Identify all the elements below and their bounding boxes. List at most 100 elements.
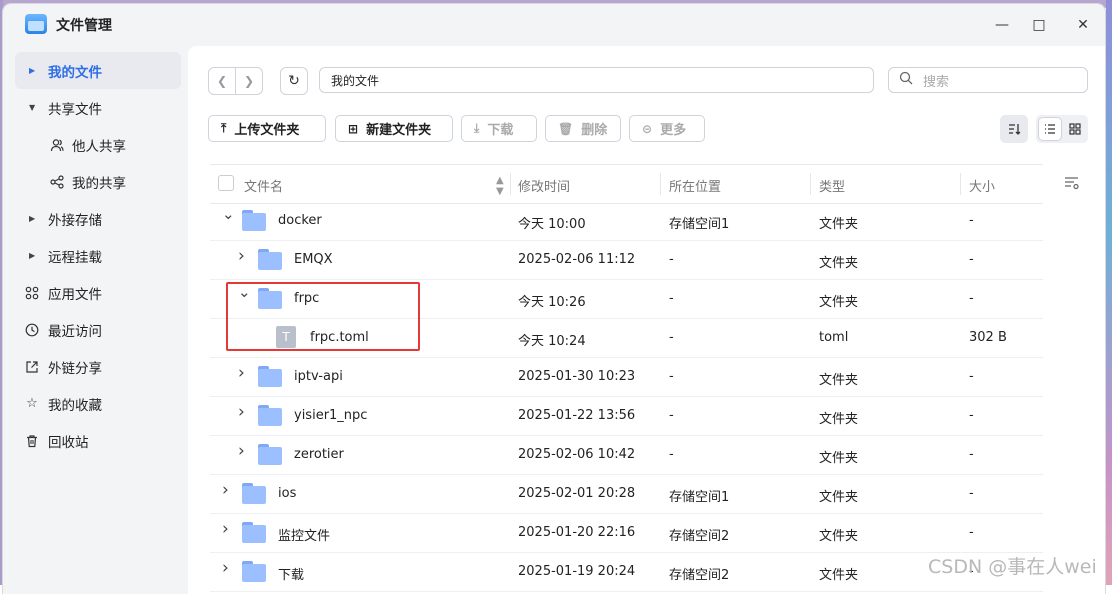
title-bar[interactable]: 文件管理 — □ ✕: [3, 4, 1105, 44]
sidebar-item-shared-with-me[interactable]: 他人共享: [3, 126, 189, 163]
star-icon: ☆: [26, 396, 38, 411]
sidebar-item-remote-mount[interactable]: ▶ 远程挂载: [3, 237, 189, 274]
header-size[interactable]: 大小: [969, 176, 995, 195]
file-type: 文件夹: [819, 295, 859, 310]
location: 存储空间1: [669, 217, 730, 232]
sidebar-item-shared-files[interactable]: ▼ 共享文件: [3, 89, 189, 126]
new-folder-button[interactable]: ⊞ 新建文件夹: [335, 115, 453, 142]
view-toggle: [1036, 115, 1088, 143]
chevron-right-icon[interactable]: ›: [222, 519, 229, 539]
folder-icon: [242, 210, 266, 231]
table-row[interactable]: › ios 2025-02-01 20:28 存储空间1 文件夹 -: [210, 475, 1043, 514]
sidebar-item-label: 最近访问: [48, 323, 102, 340]
sidebar-item-my-files[interactable]: ▶ 我的文件: [15, 52, 181, 89]
sort-button[interactable]: [1000, 115, 1028, 143]
search-input[interactable]: 搜索: [888, 67, 1088, 93]
file-type: 文件夹: [819, 412, 859, 427]
sort-toggle-icon[interactable]: ▲ ▼: [496, 175, 504, 197]
table-row[interactable]: › iptv-api 2025-01-30 10:23 - 文件夹 -: [210, 358, 1043, 397]
header-modified[interactable]: 修改时间: [518, 176, 570, 195]
share-icon: [49, 174, 65, 190]
header-location[interactable]: 所在位置: [669, 176, 721, 195]
modified-time: 今天 10:00: [518, 217, 586, 232]
file-type: 文件夹: [819, 529, 859, 544]
chevron-right-icon[interactable]: ›: [238, 441, 245, 461]
more-button[interactable]: ⊝ 更多: [629, 115, 705, 142]
close-icon[interactable]: ✕: [1068, 12, 1098, 38]
sidebar-item-label: 应用文件: [48, 286, 102, 303]
file-type: 文件夹: [819, 451, 859, 466]
sidebar-item-favorites[interactable]: ☆ 我的收藏: [3, 385, 189, 422]
search-placeholder: 搜索: [923, 74, 950, 90]
sidebar-item-label: 外链分享: [48, 360, 102, 377]
file-size: 302 B: [969, 330, 1007, 345]
sidebar-item-recycle-bin[interactable]: 回收站: [3, 422, 189, 459]
window-title: 文件管理: [56, 18, 112, 34]
column-settings-icon[interactable]: [1064, 176, 1080, 194]
sidebar-item-label: 我的收藏: [48, 397, 102, 414]
list-view-icon[interactable]: [1039, 118, 1061, 140]
watermark: CSDN @事在人wei: [928, 556, 1097, 578]
path-bar[interactable]: 我的文件: [319, 67, 874, 93]
table-row[interactable]: › 监控文件 2025-01-20 22:16 存储空间2 文件夹 -: [210, 514, 1043, 553]
location: -: [669, 252, 674, 267]
table-row[interactable]: › 下载 2025-01-19 20:24 存储空间2 文件夹 -: [210, 553, 1043, 592]
sort-icon: [1009, 124, 1021, 135]
table-row[interactable]: › zerotier 2025-02-06 10:42 - 文件夹 -: [210, 436, 1043, 475]
minimize-icon[interactable]: —: [987, 12, 1017, 38]
folder-icon: [258, 405, 282, 426]
nav-buttons: ❮ ❯: [208, 67, 263, 95]
caret-right-icon: ▶: [29, 214, 36, 223]
location: -: [669, 447, 674, 462]
header-type[interactable]: 类型: [819, 176, 845, 195]
chevron-down-icon[interactable]: ⌄: [222, 205, 235, 223]
folder-icon: [242, 522, 266, 543]
sidebar-item-link-share[interactable]: 外链分享: [3, 348, 189, 385]
column-divider: [810, 173, 811, 195]
header-name[interactable]: 文件名: [244, 176, 283, 195]
table-row[interactable]: › yisier1_npc 2025-01-22 13:56 - 文件夹 -: [210, 397, 1043, 436]
file-name: ios: [278, 486, 297, 501]
sidebar-item-external-storage[interactable]: ▶ 外接存储: [3, 200, 189, 237]
download-button[interactable]: ⤓ 下载: [461, 115, 537, 142]
caret-down-icon: ▼: [29, 103, 36, 112]
table-header: 文件名 ▲ ▼ 修改时间 所在位置 类型 大小: [210, 164, 1043, 204]
sidebar-item-label: 回收站: [48, 434, 89, 451]
maximize-icon[interactable]: □: [1024, 12, 1054, 38]
select-all-checkbox[interactable]: [218, 175, 234, 191]
location: -: [669, 408, 674, 423]
table-row[interactable]: ⌄ docker 今天 10:00 存储空间1 文件夹 -: [210, 202, 1043, 241]
table-row[interactable]: › EMQX 2025-02-06 11:12 - 文件夹 -: [210, 241, 1043, 280]
chevron-right-icon[interactable]: ›: [222, 480, 229, 500]
location: -: [669, 330, 674, 345]
location: 存储空间1: [669, 490, 730, 505]
upload-folder-label: 上传文件夹: [234, 123, 300, 138]
file-type: 文件夹: [819, 373, 859, 388]
download-label: 下载: [487, 123, 514, 138]
folder-icon: [258, 444, 282, 465]
grid-view-icon[interactable]: [1064, 118, 1086, 140]
upload-folder-button[interactable]: ⤒ 上传文件夹: [208, 115, 326, 142]
delete-button[interactable]: 🗑 删除: [545, 115, 621, 142]
sidebar-item-app-files[interactable]: 应用文件: [3, 274, 189, 311]
back-button[interactable]: ❮: [209, 68, 235, 94]
new-folder-icon: ⊞: [348, 121, 359, 136]
folder-icon: [242, 561, 266, 582]
modified-time: 2025-01-30 10:23: [518, 369, 636, 384]
chevron-right-icon[interactable]: ›: [238, 363, 245, 383]
refresh-button[interactable]: ↻: [280, 67, 308, 95]
file-type: 文件夹: [819, 568, 859, 583]
file-size: -: [969, 369, 974, 384]
chevron-right-icon[interactable]: ›: [222, 558, 229, 578]
folder-icon: [242, 483, 266, 504]
sidebar: ▶ 我的文件 ▼ 共享文件 他人共享 我的共享 ▶ 外接存储 ▶ 远程挂载 应用…: [3, 52, 189, 459]
file-name: zerotier: [294, 447, 344, 462]
forward-button[interactable]: ❯: [235, 68, 262, 94]
users-icon: [49, 137, 65, 153]
file-manager-window: 文件管理 — □ ✕ ▶ 我的文件 ▼ 共享文件 他人共享 我的共享 ▶ 外接存…: [3, 4, 1105, 594]
chevron-right-icon[interactable]: ›: [238, 402, 245, 422]
sidebar-item-recent[interactable]: 最近访问: [3, 311, 189, 348]
chevron-right-icon[interactable]: ›: [238, 246, 245, 266]
file-manager-app-icon: [25, 14, 47, 34]
sidebar-item-my-shares[interactable]: 我的共享: [3, 163, 189, 200]
